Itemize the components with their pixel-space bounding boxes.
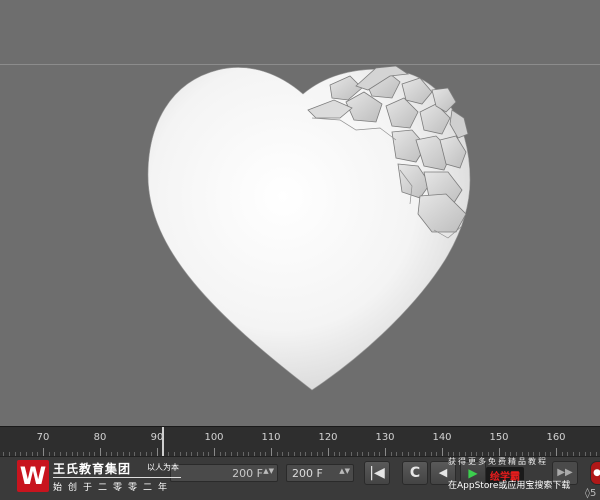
logo-icon: W: [17, 460, 49, 492]
tick-mark: [271, 448, 272, 456]
heart-model[interactable]: [0, 0, 600, 426]
tick-label: 100: [204, 432, 224, 443]
frame-range-field[interactable]: 200 F ▲▼: [170, 464, 278, 482]
prev-frame-icon: ◀: [438, 466, 448, 479]
tick-mark: [442, 448, 443, 456]
tick-label: 110: [261, 432, 281, 443]
spin-arrows-icon[interactable]: ▲▼: [339, 468, 350, 475]
promo-download-text: 在AppStore或应用宝搜索下载: [448, 481, 571, 491]
tick-label: 160: [546, 432, 566, 443]
tick-label: 130: [375, 432, 395, 443]
logo-glyph: W: [19, 462, 47, 490]
frame-range-value: 200 F: [232, 467, 263, 480]
playhead[interactable]: [161, 427, 164, 457]
brand-divider: [53, 477, 181, 478]
tick-label: 150: [489, 432, 509, 443]
tick-mark: [328, 448, 329, 456]
3d-viewport[interactable]: [0, 0, 600, 426]
timeline-ruler[interactable]: 70 80 90 100 110 120 130 140 150 160: [0, 426, 600, 457]
tick-label: 140: [432, 432, 452, 443]
tick-mark: [100, 448, 101, 456]
next-frame-icon: ▶▶: [557, 467, 573, 478]
tick-mark: [214, 448, 215, 456]
tick-label: 120: [318, 432, 338, 443]
loop-button[interactable]: C: [402, 461, 428, 485]
first-frame-button[interactable]: |◀: [364, 461, 390, 485]
spin-arrows-icon[interactable]: ▲▼: [263, 468, 274, 475]
end-frame-field[interactable]: 200 F ▲▼: [286, 464, 354, 482]
first-frame-icon: |◀: [369, 465, 385, 481]
corner-icon: ◊5: [585, 488, 597, 499]
brand-name: 王氏教育集团: [53, 462, 132, 476]
brand-subtitle: 始创于二零零二年: [53, 483, 174, 493]
tick-label: 70: [36, 432, 50, 443]
loop-icon: C: [409, 465, 421, 481]
record-button[interactable]: ●: [590, 461, 600, 485]
tick-mark: [499, 448, 500, 456]
promo-headline: 获得更多免费精品教程: [448, 457, 548, 466]
tick-label: 80: [93, 432, 107, 443]
end-frame-value: 200 F: [292, 467, 323, 480]
record-icon: ●: [593, 468, 600, 478]
tick-mark: [157, 448, 158, 456]
tick-mark: [385, 448, 386, 456]
tick-mark: [43, 448, 44, 456]
brand-motto: 以人为本: [147, 463, 179, 472]
tick-mark: [556, 448, 557, 456]
